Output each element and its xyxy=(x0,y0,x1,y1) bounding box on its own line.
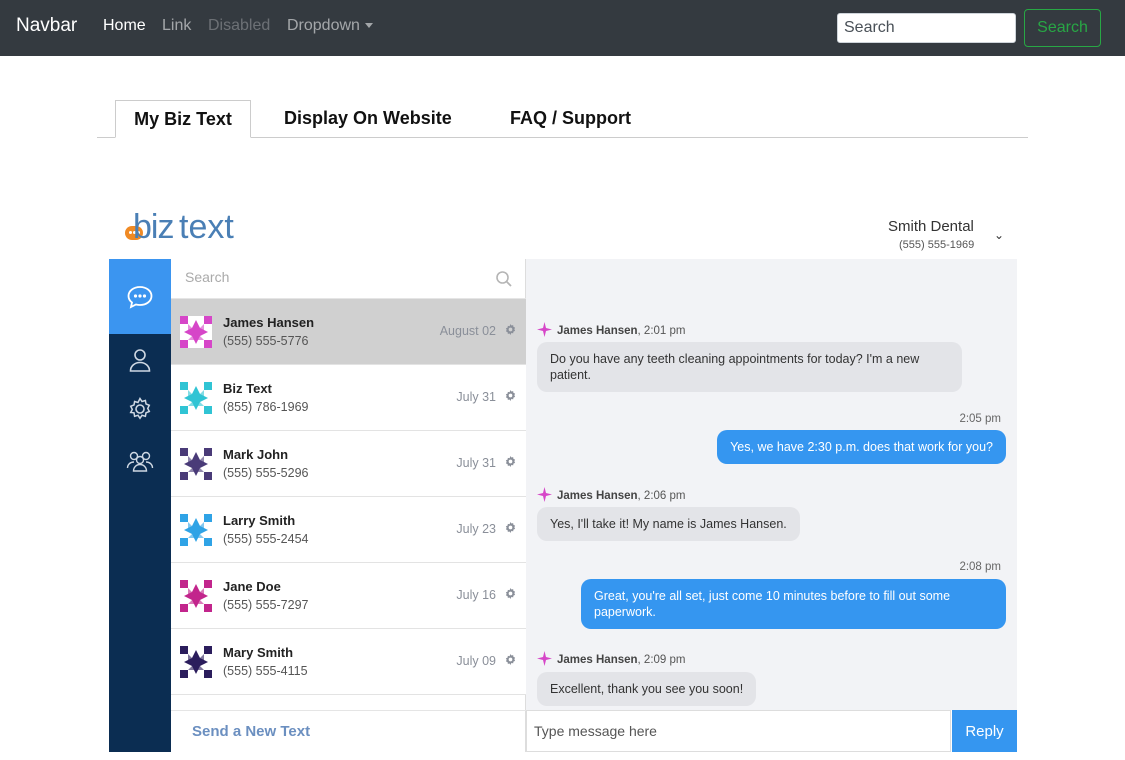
avatar xyxy=(180,514,212,546)
message-time: , 2:09 pm xyxy=(637,654,686,666)
contact-phone: (555) 555-7297 xyxy=(223,598,309,612)
send-new-text-button[interactable]: Send a New Text xyxy=(171,710,526,752)
conversation-search xyxy=(171,259,526,299)
side-rail xyxy=(109,259,171,752)
top-navbar: Navbar Home Link Disabled Dropdown Searc… xyxy=(0,0,1125,56)
user-icon xyxy=(129,349,151,372)
rail-settings-button[interactable] xyxy=(109,387,171,431)
gear-icon[interactable] xyxy=(505,654,516,665)
send-new-text-label: Send a New Text xyxy=(192,723,311,740)
avatar xyxy=(180,448,212,480)
message-time: , 2:01 pm xyxy=(637,325,686,337)
reply-button[interactable]: Reply xyxy=(952,710,1017,752)
logo-biz-word: biz xyxy=(133,208,174,246)
navbar-search-button[interactable]: Search xyxy=(1024,9,1101,47)
incoming-message: Excellent, thank you see you soon! xyxy=(537,672,757,706)
users-group-icon xyxy=(126,451,154,472)
caret-down-icon xyxy=(364,23,373,29)
sender-avatar-icon xyxy=(537,487,552,502)
contact-phone: (555) 555-5296 xyxy=(223,466,309,480)
gear-icon[interactable] xyxy=(505,456,516,467)
gear-icon[interactable] xyxy=(505,522,516,533)
rail-team-button[interactable] xyxy=(109,439,171,483)
message-input[interactable] xyxy=(526,710,951,752)
avatar xyxy=(180,382,212,414)
gear-icon[interactable] xyxy=(505,390,516,401)
chat-bubble-icon xyxy=(127,285,153,309)
avatar xyxy=(180,646,212,678)
search-icon[interactable] xyxy=(495,270,513,288)
rail-profile-button[interactable] xyxy=(109,338,171,382)
rail-messages-button[interactable] xyxy=(109,259,171,334)
contact-name: James Hansen xyxy=(223,315,315,330)
contact-name: Mary Smith xyxy=(223,645,294,660)
contact-phone: (555) 555-4115 xyxy=(223,664,308,678)
nav-home-link[interactable]: Home xyxy=(103,17,146,35)
conversation-date: July 23 xyxy=(456,522,496,536)
message-header: James Hansen, 2:06 pm xyxy=(537,487,686,502)
logo-text-word: text xyxy=(179,208,234,246)
conversation-date: August 02 xyxy=(439,324,496,338)
contact-name: Biz Text xyxy=(223,381,272,396)
conversation-item[interactable]: Mark John (555) 555-5296 July 31 xyxy=(171,431,526,497)
conversation-item[interactable]: Mary Smith (555) 555-4115 July 09 xyxy=(171,629,526,695)
contact-name: Jane Doe xyxy=(223,579,281,594)
message-header: James Hansen, 2:01 pm xyxy=(537,322,686,337)
tab-faq-support[interactable]: FAQ / Support xyxy=(510,100,650,138)
account-phone: (555) 555-1969 xyxy=(899,239,975,251)
nav-disabled-link: Disabled xyxy=(208,17,271,34)
conversation-date: July 31 xyxy=(456,456,496,470)
tab-display-on-website[interactable]: Display On Website xyxy=(284,100,464,138)
message-sender: James Hansen xyxy=(557,325,638,337)
contact-phone: (555) 555-2454 xyxy=(223,532,309,546)
chat-pane: James Hansen, 2:01 pm Do you have any te… xyxy=(526,259,1017,752)
tab-my-biz-text[interactable]: My Biz Text xyxy=(115,100,251,138)
conversation-list: James Hansen (555) 555-5776 August 02 Biz T… xyxy=(171,259,526,752)
message-sender: James Hansen xyxy=(557,654,638,666)
nav-link[interactable]: Link xyxy=(162,17,191,35)
nav-dropdown-label: Dropdown xyxy=(287,17,360,34)
contact-phone: (555) 555-5776 xyxy=(223,334,309,348)
message-header: James Hansen, 2:09 pm xyxy=(537,651,686,666)
conversation-item[interactable]: Larry Smith (555) 555-2454 July 23 xyxy=(171,497,526,563)
message-time: 2:05 pm xyxy=(959,413,1001,425)
chevron-down-icon[interactable]: ⌄ xyxy=(994,228,1004,242)
conversation-item[interactable]: James Hansen (555) 555-5776 August 02 xyxy=(171,299,526,365)
message-time: 2:08 pm xyxy=(959,561,1001,573)
conversation-date: July 31 xyxy=(456,390,496,404)
sender-avatar-icon xyxy=(537,322,552,337)
biz-text-logo: biz text xyxy=(125,208,245,248)
message-time: , 2:06 pm xyxy=(637,490,686,502)
avatar xyxy=(180,316,212,348)
avatar xyxy=(180,580,212,612)
gear-icon xyxy=(129,397,151,420)
gear-icon[interactable] xyxy=(505,324,516,335)
outgoing-message: Yes, we have 2:30 p.m. does that work fo… xyxy=(717,430,1006,464)
conversation-item[interactable]: Biz Text (855) 786-1969 July 31 xyxy=(171,365,526,431)
nav-dropdown-toggle[interactable]: Dropdown xyxy=(287,17,373,35)
conversation-search-input[interactable] xyxy=(185,269,485,285)
navbar-brand[interactable]: Navbar xyxy=(16,15,77,37)
sender-avatar-icon xyxy=(537,651,552,666)
incoming-message: Do you have any teeth cleaning appointme… xyxy=(537,342,962,392)
message-composer: Reply xyxy=(526,710,1017,752)
conversation-date: July 16 xyxy=(456,588,496,602)
incoming-message: Yes, I'll take it! My name is James Hans… xyxy=(537,507,800,541)
outgoing-message: Great, you're all set, just come 10 minu… xyxy=(581,579,1006,629)
contact-phone: (855) 786-1969 xyxy=(223,400,309,414)
conversation-date: July 09 xyxy=(456,654,496,668)
contact-name: Larry Smith xyxy=(223,513,296,528)
message-sender: James Hansen xyxy=(557,490,638,502)
conversation-item[interactable]: Jane Doe (555) 555-7297 July 16 xyxy=(171,563,526,629)
gear-icon[interactable] xyxy=(505,588,516,599)
account-name[interactable]: Smith Dental xyxy=(888,218,974,235)
navbar-search-input[interactable] xyxy=(837,13,1016,43)
contact-name: Mark John xyxy=(223,447,289,462)
